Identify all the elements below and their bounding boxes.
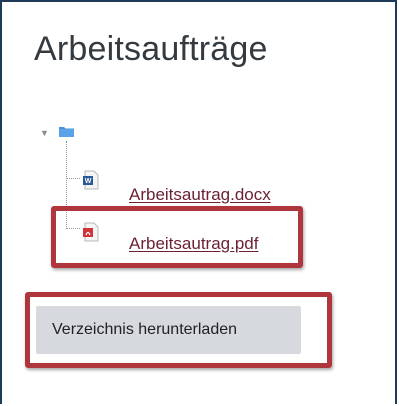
folder-icon[interactable] [58,125,75,138]
highlight-box-button [25,292,332,368]
tree-collapse-icon[interactable]: ▼ [40,128,49,138]
svg-text:W: W [85,178,92,185]
highlight-box-pdf [51,206,303,268]
tree-connector [67,178,80,179]
word-document-icon[interactable]: W [82,170,100,190]
page-title: Arbeitsaufträge [34,30,268,68]
file-link-docx[interactable]: Arbeitsautrag.docx [129,185,271,205]
